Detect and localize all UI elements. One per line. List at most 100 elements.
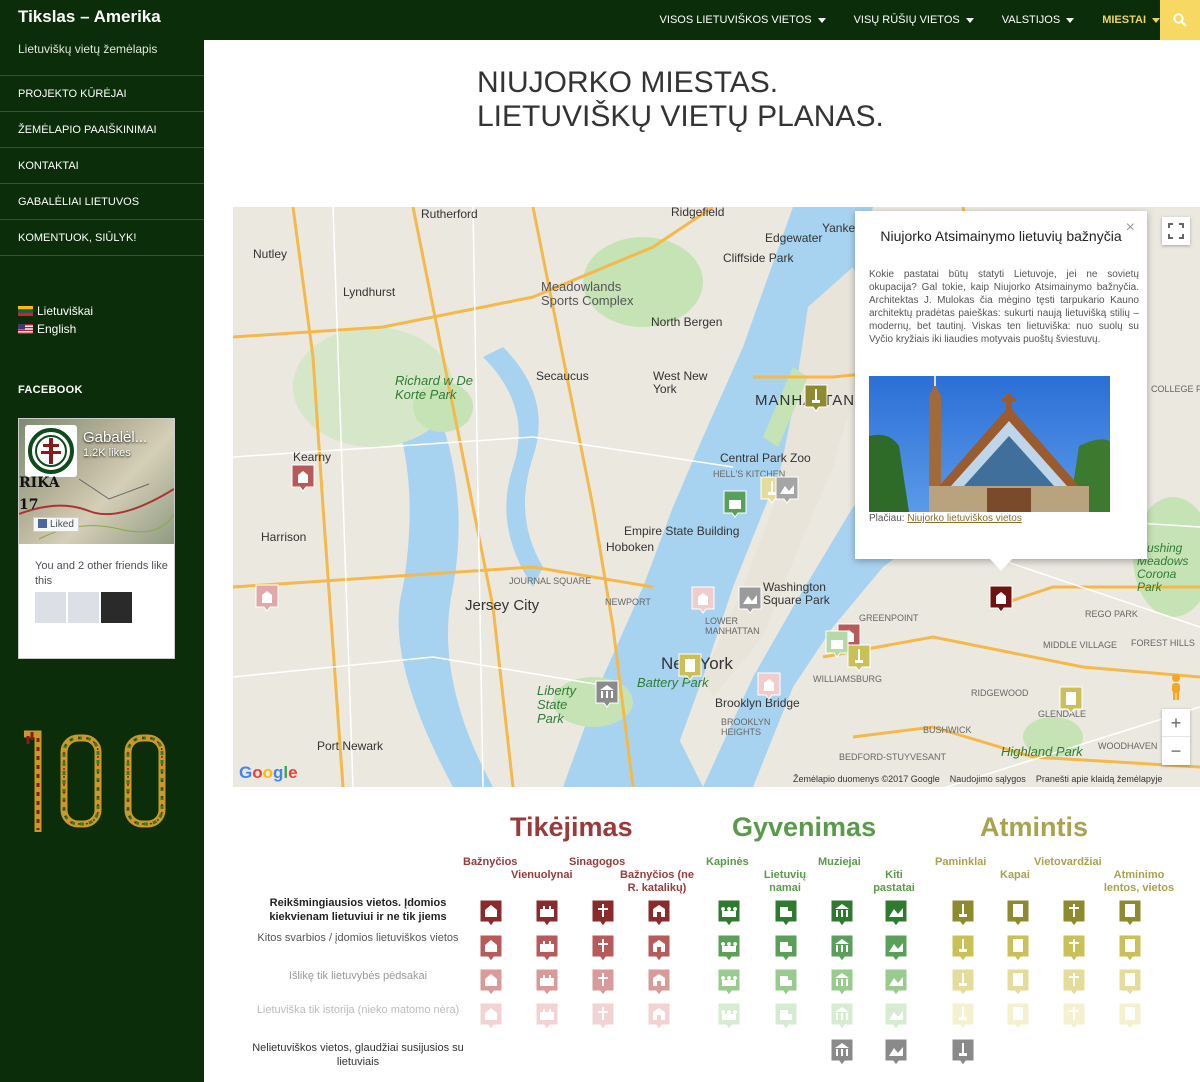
map-marker-church-selected[interactable] xyxy=(989,585,1013,613)
map-marker-other[interactable] xyxy=(775,476,799,504)
chevron-down-icon xyxy=(1066,17,1075,23)
legend-place-name-icon xyxy=(1062,934,1086,962)
facebook-page-name[interactable]: Gabalėl... xyxy=(83,429,147,446)
map-marker-other[interactable] xyxy=(738,586,762,614)
legend-grave-icon xyxy=(1006,899,1030,927)
legend-monument-icon xyxy=(951,1002,975,1030)
legend-monument-icon xyxy=(951,899,975,927)
legend-monastery-icon xyxy=(535,899,559,927)
liked-label: Liked xyxy=(50,519,74,530)
sidebar-item-contacts[interactable]: KONTAKTAI xyxy=(0,148,204,184)
avatar[interactable] xyxy=(68,592,99,623)
chevron-down-icon xyxy=(1152,17,1160,23)
legend-sub-other-churches: Bažnyčios (ne R. katalikų) xyxy=(620,869,694,894)
map-report-link[interactable]: Pranešti apie klaidą žemėlapyje xyxy=(1036,774,1163,784)
map-marker-church[interactable] xyxy=(691,586,715,614)
map-marker-memorial-plaque[interactable] xyxy=(1059,686,1083,714)
sidebar-item-map-explanations[interactable]: ŽEMĖLAPIO PAAIŠKINIMAI xyxy=(0,112,204,148)
legend-lithuanian-house-icon xyxy=(774,899,798,927)
map-data-credit: Žemėlapio duomenys ©2017 Google xyxy=(793,774,940,784)
search-button[interactable] xyxy=(1160,0,1200,40)
legend-cemetery-icon xyxy=(717,934,741,962)
nav-cities[interactable]: MIESTAI xyxy=(1102,14,1160,26)
map-marker-monument[interactable] xyxy=(847,644,871,672)
main-nav: VISOS LIETUVIŠKOS VIETOS VISŲ RŪŠIŲ VIET… xyxy=(632,0,1160,40)
map-marker-church[interactable] xyxy=(757,672,781,700)
zoom-out-button[interactable]: − xyxy=(1162,737,1190,765)
map-label: RIDGEWOOD xyxy=(971,688,1029,698)
legend-synagogue-icon xyxy=(591,1002,615,1030)
map-marker-museum[interactable] xyxy=(595,680,619,708)
map-label: Richard w De Korte Park xyxy=(395,373,474,402)
map-label: Cliffside Park xyxy=(723,251,794,265)
close-icon[interactable]: × xyxy=(1126,219,1135,237)
legend-other-church-icon xyxy=(647,899,671,927)
sidebar-item-comment-suggest[interactable]: KOMENTUOK, SIŪLYK! xyxy=(0,220,204,256)
map-footer: Žemėlapio duomenys ©2017 Google Naudojim… xyxy=(793,774,1162,784)
legend-sub-other-buildings: Kiti pastatai xyxy=(873,869,915,894)
street-view-pegman-icon[interactable] xyxy=(1166,673,1186,701)
legend-cemetery-icon xyxy=(717,1002,741,1030)
legend-cemetery-icon xyxy=(717,968,741,996)
map-label: FOREST HILLS xyxy=(1131,638,1195,648)
map-marker-building[interactable] xyxy=(825,630,849,658)
legend-row-most-significant: Reikšmingiausios vietos. Įdomios kiekvie… xyxy=(269,897,447,923)
legend-row-traces-only: Išlikę tik lietuvybės pėdsakai xyxy=(288,970,428,982)
language-lithuanian[interactable]: Lietuviškai xyxy=(18,302,93,320)
facebook-icon xyxy=(38,519,47,528)
search-icon xyxy=(1173,13,1187,27)
popup-more-link[interactable]: Niujorko lietuviškos vietos xyxy=(907,513,1022,524)
map-label: Lyndhurst xyxy=(343,285,396,299)
legend-sub-monuments: Paminklai xyxy=(935,856,987,868)
legend-sub-place-names: Vietovardžiai xyxy=(1034,856,1102,868)
legend-synagogue-icon xyxy=(591,934,615,962)
map-label: Hoboken xyxy=(606,540,655,554)
legend-lithuanian-house-icon xyxy=(774,934,798,962)
site-tagline: Lietuviškų vietų žemėlapis xyxy=(18,42,158,56)
map-terms-link[interactable]: Naudojimo sąlygos xyxy=(950,774,1026,784)
legend-category-memory: Atmintis xyxy=(980,812,1088,842)
facebook-liked-button[interactable]: Liked xyxy=(33,517,79,532)
map-marker-church[interactable] xyxy=(255,584,279,612)
avatar[interactable] xyxy=(35,592,66,623)
facebook-page-logo xyxy=(25,425,77,477)
chevron-down-icon xyxy=(817,17,826,23)
legend-place-name-icon xyxy=(1062,1002,1086,1030)
map-marker-monument[interactable] xyxy=(804,384,828,412)
legend-other-building-icon xyxy=(884,968,908,996)
lithuania-100-logo xyxy=(24,730,166,832)
map-label: WILLIAMSBURG xyxy=(813,674,883,684)
legend-other-church-icon xyxy=(647,934,671,962)
legend-cemetery-icon xyxy=(717,899,741,927)
nav-all-place-types[interactable]: VISŲ RŪŠIŲ VIETOS xyxy=(854,14,974,26)
legend-row-other-important: Kitos svarbios / įdomios lietuviškos vie… xyxy=(257,932,459,944)
map-label: BROOKLYN HEIGHTS xyxy=(721,717,771,737)
fullscreen-icon xyxy=(1168,223,1184,239)
sidebar-item-pieces-of-lithuania[interactable]: GABALĖLIAI LIETUVOS xyxy=(0,184,204,220)
language-label: Lietuviškai xyxy=(37,304,94,318)
map-marker-memorial-plaque[interactable] xyxy=(678,653,702,681)
map-legend: Tikėjimas Gyvenimas Atmintis Bažnyčios V… xyxy=(233,810,1200,1082)
fullscreen-button[interactable] xyxy=(1162,217,1190,245)
map-label: COLLEGE POINT xyxy=(1151,384,1200,394)
avatar[interactable] xyxy=(101,592,132,623)
nav-states[interactable]: VALSTIJOS xyxy=(1002,14,1075,26)
page-title: NIUJORKO MIESTAS. LIETUVIŠKŲ VIETŲ PLANA… xyxy=(477,66,884,134)
language-english[interactable]: English xyxy=(18,320,93,338)
nav-all-lithuanian-places[interactable]: VISOS LIETUVIŠKOS VIETOS xyxy=(660,14,826,26)
sidebar-item-project-creators[interactable]: PROJEKTO KŪRĖJAI xyxy=(0,76,204,112)
google-logo[interactable]: Google xyxy=(239,763,298,783)
sidebar-menu: PROJEKTO KŪRĖJAI ŽEMĖLAPIO PAAIŠKINIMAI … xyxy=(0,75,204,256)
facebook-page-widget[interactable]: Gabalėl... 1.2K likes RIKA 17 Liked You … xyxy=(18,418,175,659)
map-marker-building[interactable] xyxy=(723,490,747,518)
zoom-in-button[interactable]: + xyxy=(1162,709,1190,737)
legend-museum-icon xyxy=(830,899,854,927)
legend-other-church-icon xyxy=(647,968,671,996)
popup-description: Kokie pastatai būtų statyti Lietuvoje, j… xyxy=(869,269,1139,345)
facebook-likes-count: 1.2K likes xyxy=(83,447,131,459)
chevron-down-icon xyxy=(965,17,974,23)
map-label: Harrison xyxy=(261,530,307,544)
map-marker-church[interactable] xyxy=(291,464,315,492)
nav-label: MIESTAI xyxy=(1102,14,1146,26)
site-title[interactable]: Tikslas – Amerika xyxy=(18,7,161,27)
